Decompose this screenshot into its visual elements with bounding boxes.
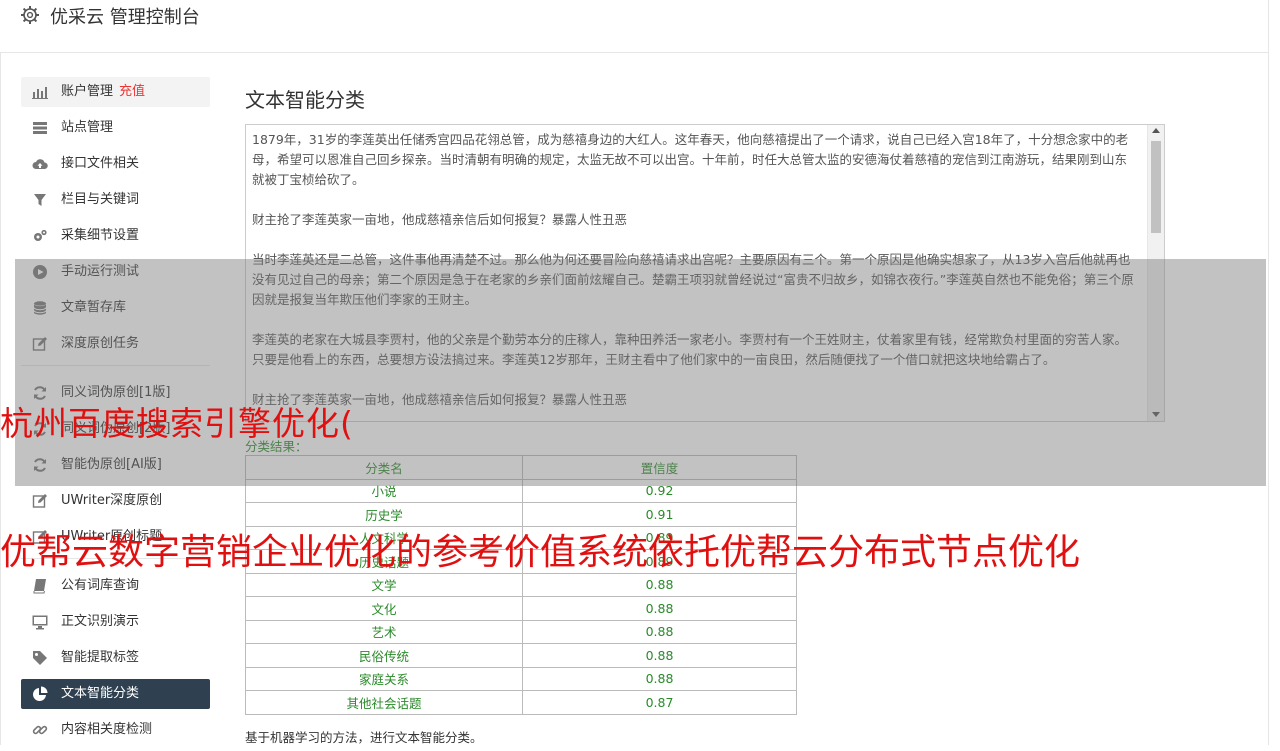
gears-icon	[34, 229, 47, 241]
sidebar-item-label: 站点管理	[61, 120, 114, 135]
sidebar-item-uwriter-deep[interactable]: UWriter深度原创	[21, 486, 210, 516]
table-row: 文学 0.88	[245, 572, 797, 597]
sidebar-item-relevance-detection[interactable]: 内容相关度检测	[21, 715, 210, 745]
scrollbar-thumb[interactable]	[1151, 141, 1161, 233]
sidebar-item-label: 正文识别演示	[61, 614, 140, 629]
sidebar-item-collect-settings[interactable]: 采集细节设置	[21, 221, 210, 251]
tag-icon	[33, 651, 47, 665]
filter-icon	[34, 194, 46, 206]
footnote: 基于机器学习的方法，进行文本智能分类。	[245, 730, 483, 745]
bar-chart-icon	[32, 87, 48, 99]
gear-icon	[21, 6, 39, 24]
sidebar-item-label: 文本智能分类	[61, 686, 140, 701]
paragraph: 1879年，31岁的李莲英出任储秀宫四品花翎总管，成为慈禧身边的大红人。这年春天…	[252, 132, 1129, 187]
book-icon	[33, 579, 46, 594]
category-cell: 艺术	[245, 619, 523, 644]
sidebar-item-label: 栏目与关键词	[61, 192, 140, 207]
desktop-icon	[32, 615, 48, 630]
cloud-upload-icon	[32, 159, 48, 169]
sidebar-item-sites[interactable]: 站点管理	[21, 113, 210, 143]
overlay-banner-text: 杭州百度搜索引擎优化(	[0, 404, 354, 443]
sidebar-item-account[interactable]: 账户管理 充值	[21, 77, 210, 107]
sidebar-item-label: 内容相关度检测	[61, 722, 153, 737]
sidebar-item-label: 公有词库查询	[61, 578, 140, 593]
sidebar-item-columns-keywords[interactable]: 栏目与关键词	[21, 185, 210, 215]
frame-left-border	[0, 0, 1, 745]
table-row: 文化 0.88	[245, 596, 797, 621]
sidebar-item-interface-files[interactable]: 接口文件相关	[21, 149, 210, 179]
sidebar-item-label: 采集细节设置	[61, 228, 140, 243]
frame-right-border	[1268, 0, 1269, 745]
sidebar-item-text-classification[interactable]: 文本智能分类	[21, 679, 210, 709]
sidebar-item-public-lexicon[interactable]: 公有词库查询	[21, 571, 210, 601]
confidence-cell: 0.88	[522, 643, 797, 668]
recharge-link[interactable]: 充值	[119, 84, 145, 99]
category-cell: 文化	[245, 596, 523, 621]
table-row: 其他社会话题 0.87	[245, 690, 797, 715]
category-cell: 其他社会话题	[245, 690, 523, 715]
confidence-cell: 0.87	[522, 690, 797, 715]
top-bar: 优采云 管理控制台	[0, 0, 1268, 53]
confidence-cell: 0.88	[522, 619, 797, 644]
confidence-cell: 0.88	[522, 596, 797, 621]
sidebar-item-label: UWriter深度原创	[61, 493, 163, 508]
page-title: 文本智能分类	[245, 88, 365, 112]
scroll-up-arrow-icon[interactable]	[1152, 128, 1160, 133]
sidebar-item-label: 账户管理	[61, 84, 114, 99]
sidebar-item-text-recognition[interactable]: 正文识别演示	[21, 607, 210, 637]
table-row: 艺术 0.88	[245, 619, 797, 644]
app-title: 优采云 管理控制台	[50, 7, 200, 28]
sidebar-item-label: 智能提取标签	[61, 650, 140, 665]
sidebar-item-label: 接口文件相关	[61, 156, 140, 171]
server-icon	[33, 122, 47, 134]
confidence-cell: 0.88	[522, 572, 797, 597]
overlay-band	[15, 259, 1266, 486]
sidebar-item-extract-tags[interactable]: 智能提取标签	[21, 643, 210, 673]
table-row: 民俗传统 0.88	[245, 643, 797, 668]
category-cell: 民俗传统	[245, 643, 523, 668]
pie-chart-icon	[33, 686, 48, 701]
category-cell: 家庭关系	[245, 666, 523, 691]
confidence-cell: 0.88	[522, 666, 797, 691]
edit-icon	[32, 494, 47, 508]
overlay-banner-text: 优帮云数字营销企业优化的参考价值系统依托优帮云分布式节点优化	[0, 532, 1081, 573]
paragraph: 财主抢了李莲英家一亩地，他成慈禧亲信后如何报复？暴露人性丑恶	[252, 212, 628, 227]
category-cell: 文学	[245, 572, 523, 597]
table-row: 家庭关系 0.88	[245, 666, 797, 691]
link-icon	[32, 725, 48, 735]
classification-table: 分类名 置信度 小说 0.92 历史学 0.91 人文科学 0.89 历史话题 0.89…	[245, 455, 797, 715]
